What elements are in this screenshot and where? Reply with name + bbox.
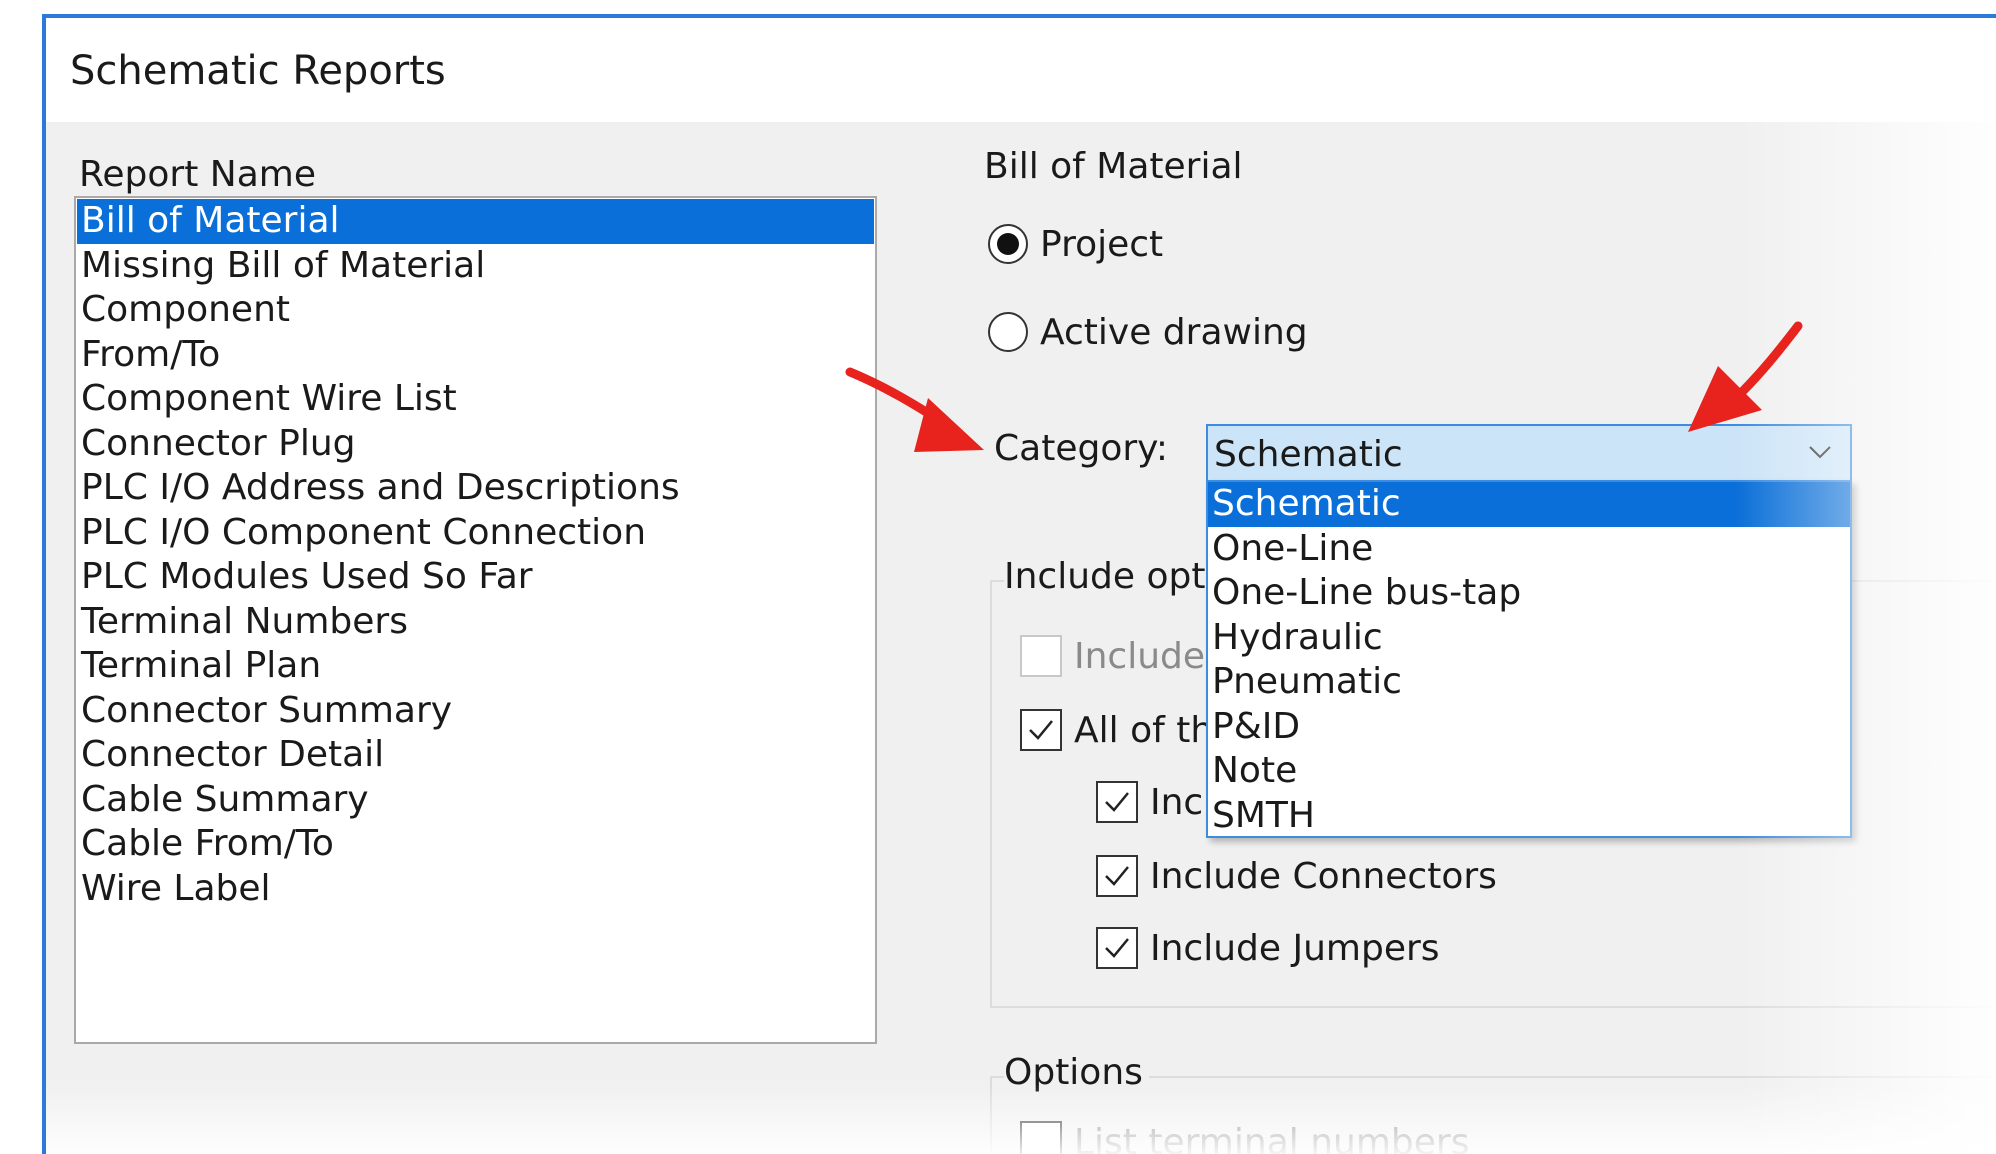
- report-name-list[interactable]: Bill of Material Missing Bill of Material…: [74, 196, 877, 1044]
- red-arrow-icon: [1688, 321, 1803, 432]
- checkbox-row-all-of-the[interactable]: All of th: [1020, 706, 1213, 754]
- checkmark-icon: [1105, 866, 1129, 886]
- red-arrow-icon: [845, 367, 984, 452]
- list-item[interactable]: PLC Modules Used So Far: [77, 555, 874, 600]
- list-item[interactable]: Component: [77, 288, 874, 333]
- list-item[interactable]: Cable From/To: [77, 822, 874, 867]
- radio-active-drawing-button[interactable]: [988, 312, 1028, 352]
- checkbox-row-list-terminal-numbers[interactable]: List terminal numbers: [1020, 1118, 1469, 1154]
- list-item[interactable]: Component Wire List: [77, 377, 874, 422]
- dropdown-option[interactable]: Note: [1208, 749, 1850, 794]
- options-title: Options: [1004, 1052, 1149, 1093]
- radio-active-drawing[interactable]: Active drawing: [988, 308, 1308, 356]
- dropdown-option[interactable]: Hydraulic: [1208, 616, 1850, 661]
- list-item[interactable]: Connector Detail: [77, 733, 874, 778]
- title-bar: Schematic Reports: [46, 18, 1996, 122]
- include-checkbox-label: Include: [1074, 635, 1206, 677]
- list-item[interactable]: Bill of Material: [77, 199, 874, 244]
- list-item[interactable]: Terminal Numbers: [77, 600, 874, 645]
- include-connectors-label: Include Connectors: [1150, 855, 1497, 897]
- dropdown-option[interactable]: One-Line bus-tap: [1208, 571, 1850, 616]
- radio-project-button[interactable]: [988, 224, 1028, 264]
- radio-project-label: Project: [1040, 223, 1164, 265]
- all-of-the-checkbox[interactable]: [1020, 709, 1062, 751]
- list-terminal-numbers-checkbox[interactable]: [1020, 1121, 1062, 1154]
- list-item[interactable]: Terminal Plan: [77, 644, 874, 689]
- checkbox-row-inc[interactable]: Inc: [1096, 778, 1203, 826]
- category-combobox-value: Schematic: [1214, 434, 1403, 475]
- list-item[interactable]: Connector Summary: [77, 689, 874, 734]
- bom-group-title: Bill of Material: [984, 146, 1243, 187]
- checkbox-row-include-connectors[interactable]: Include Connectors: [1096, 852, 1497, 900]
- dropdown-option[interactable]: P&ID: [1208, 705, 1850, 750]
- include-jumpers-checkbox[interactable]: [1096, 927, 1138, 969]
- report-name-label: Report Name: [79, 154, 316, 195]
- include-jumpers-label: Include Jumpers: [1150, 927, 1440, 969]
- list-item[interactable]: PLC I/O Component Connection: [77, 511, 874, 556]
- list-item[interactable]: Cable Summary: [77, 778, 874, 823]
- checkmark-icon: [1105, 938, 1129, 958]
- radio-project[interactable]: Project: [988, 220, 1163, 268]
- inc-checkbox-label: Inc: [1150, 781, 1204, 823]
- checkmark-icon: [1029, 720, 1053, 740]
- category-dropdown-list[interactable]: Schematic One-Line One-Line bus-tap Hydraul…: [1206, 480, 1852, 838]
- include-connectors-checkbox[interactable]: [1096, 855, 1138, 897]
- dialog-title: Schematic Reports: [70, 48, 446, 94]
- list-item[interactable]: Wire Label: [77, 867, 874, 912]
- dropdown-option[interactable]: One-Line: [1208, 527, 1850, 572]
- list-item[interactable]: Connector Plug: [77, 422, 874, 467]
- checkmark-icon: [1105, 792, 1129, 812]
- list-item[interactable]: PLC I/O Address and Descriptions: [77, 466, 874, 511]
- list-terminal-numbers-label: List terminal numbers: [1074, 1121, 1470, 1154]
- dropdown-option[interactable]: Pneumatic: [1208, 660, 1850, 705]
- checkbox-row-include[interactable]: Include: [1020, 632, 1205, 680]
- inc-checkbox[interactable]: [1096, 781, 1138, 823]
- all-of-the-checkbox-label: All of th: [1074, 709, 1214, 751]
- radio-selected-dot: [997, 233, 1019, 255]
- checkbox-row-include-jumpers[interactable]: Include Jumpers: [1096, 924, 1440, 972]
- schematic-reports-dialog: Schematic Reports Report Name Bill of Ma…: [42, 14, 1996, 1154]
- radio-active-drawing-label: Active drawing: [1040, 311, 1308, 353]
- dropdown-option[interactable]: SMTH: [1208, 794, 1850, 839]
- include-options-title: Include opti: [1004, 556, 1222, 597]
- category-label: Category:: [994, 428, 1168, 469]
- list-item[interactable]: Missing Bill of Material: [77, 244, 874, 289]
- dropdown-option[interactable]: Schematic: [1208, 482, 1850, 527]
- include-checkbox[interactable]: [1020, 635, 1062, 677]
- list-item[interactable]: From/To: [77, 333, 874, 378]
